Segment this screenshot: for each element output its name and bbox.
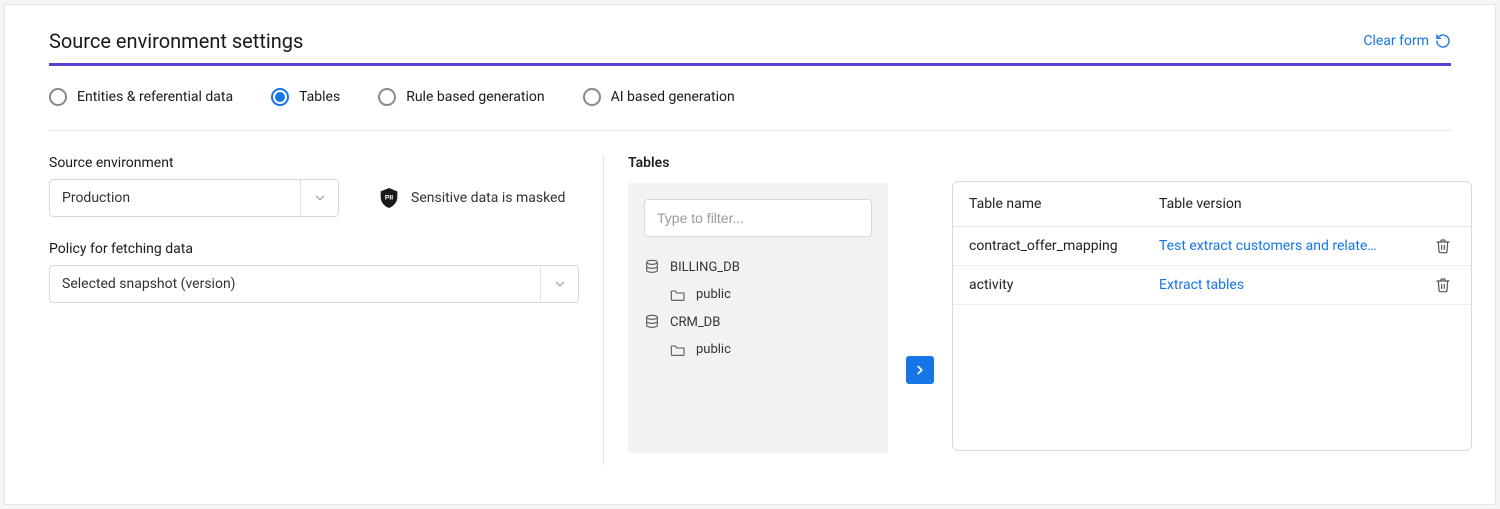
- radio-tables[interactable]: Tables: [271, 88, 340, 106]
- tree-schema[interactable]: public: [644, 336, 872, 363]
- policy-field: Policy for fetching data Selected snapsh…: [49, 241, 579, 303]
- radio-entities[interactable]: Entities & referential data: [49, 88, 233, 106]
- tree-db[interactable]: CRM_DB: [644, 308, 872, 336]
- radio-icon: [49, 88, 67, 106]
- radio-label: Entities & referential data: [77, 89, 233, 105]
- chevron-down-icon: [540, 266, 578, 302]
- source-env-label: Source environment: [49, 155, 579, 171]
- col-table-name: Table name: [969, 196, 1159, 212]
- delete-row-button[interactable]: [1431, 237, 1455, 255]
- tree-schema[interactable]: public: [644, 281, 872, 308]
- radio-dot: [275, 92, 285, 102]
- tree-box: BILLING_DB public CRM_DB public: [628, 183, 888, 453]
- masked-info: PII Sensitive data is masked: [379, 187, 565, 209]
- tree-db-label: CRM_DB: [670, 315, 720, 330]
- source-env-select[interactable]: Production: [49, 179, 339, 217]
- settings-panel: Source environment settings Clear form E…: [4, 4, 1496, 505]
- header-underline: [49, 63, 1451, 66]
- radio-label: AI based generation: [611, 89, 735, 105]
- right-column: Tables BILLING_DB public: [604, 155, 1472, 465]
- selected-tables-header: Table name Table version: [953, 182, 1471, 227]
- tree-schema-label: public: [696, 342, 731, 357]
- radio-icon: [378, 88, 396, 106]
- cell-table-version[interactable]: Test extract customers and relate…: [1159, 238, 1431, 254]
- radio-rule-based[interactable]: Rule based generation: [378, 88, 544, 106]
- db-tree: BILLING_DB public CRM_DB public: [644, 253, 872, 363]
- tree-schema-label: public: [696, 287, 731, 302]
- tables-heading: Tables: [628, 155, 888, 171]
- trash-icon: [1435, 237, 1451, 255]
- table-row: contract_offer_mapping Test extract cust…: [953, 227, 1471, 266]
- tree-db-label: BILLING_DB: [670, 260, 740, 275]
- selected-tables: Table name Table version contract_offer_…: [952, 181, 1472, 451]
- policy-label: Policy for fetching data: [49, 241, 579, 257]
- policy-select[interactable]: Selected snapshot (version): [49, 265, 579, 303]
- radio-icon: [271, 88, 289, 106]
- radio-label: Rule based generation: [406, 89, 544, 105]
- folder-icon: [670, 343, 686, 357]
- transfer-arrow-column: [906, 155, 934, 465]
- mode-radio-group: Entities & referential data Tables Rule …: [49, 88, 1451, 131]
- tables-tree-section: Tables BILLING_DB public: [628, 155, 888, 465]
- masked-label: Sensitive data is masked: [411, 190, 565, 206]
- source-env-value: Production: [50, 190, 300, 206]
- chevron-down-icon: [300, 180, 338, 216]
- clear-form-button[interactable]: Clear form: [1363, 33, 1451, 49]
- body: Source environment Production PII: [49, 155, 1451, 465]
- cell-table-name: contract_offer_mapping: [969, 238, 1159, 254]
- header: Source environment settings Clear form: [49, 29, 1451, 53]
- delete-row-button[interactable]: [1431, 276, 1455, 294]
- filter-input[interactable]: [644, 199, 872, 237]
- cell-table-version[interactable]: Extract tables: [1159, 277, 1431, 293]
- col-table-version: Table version: [1159, 196, 1455, 212]
- policy-value: Selected snapshot (version): [50, 276, 540, 292]
- source-env-row: Production PII Sensitive data is masked: [49, 179, 579, 217]
- clear-form-label: Clear form: [1363, 33, 1429, 49]
- database-icon: [644, 259, 660, 275]
- refresh-icon: [1435, 33, 1451, 49]
- svg-text:PII: PII: [385, 195, 393, 202]
- table-row: activity Extract tables: [953, 266, 1471, 305]
- trash-icon: [1435, 276, 1451, 294]
- pii-shield-icon: PII: [379, 187, 399, 209]
- chevron-right-icon: [913, 363, 927, 377]
- radio-ai-based[interactable]: AI based generation: [583, 88, 735, 106]
- folder-icon: [670, 288, 686, 302]
- cell-table-name: activity: [969, 277, 1159, 293]
- radio-label: Tables: [299, 89, 340, 105]
- add-table-button[interactable]: [906, 356, 934, 384]
- radio-icon: [583, 88, 601, 106]
- tree-db[interactable]: BILLING_DB: [644, 253, 872, 281]
- database-icon: [644, 314, 660, 330]
- left-column: Source environment Production PII: [49, 155, 604, 465]
- page-title: Source environment settings: [49, 29, 303, 53]
